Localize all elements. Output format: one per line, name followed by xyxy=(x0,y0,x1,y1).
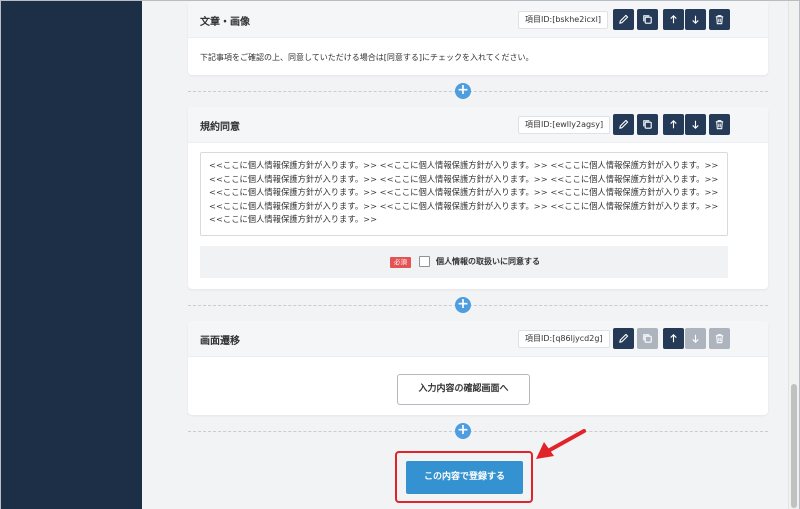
arrow-up-icon xyxy=(670,333,677,343)
delete-button[interactable] xyxy=(709,114,730,135)
confirm-page-button[interactable]: 入力内容の確認画面へ xyxy=(397,374,530,405)
plus-icon: + xyxy=(457,296,469,312)
arrow-up-icon xyxy=(670,119,677,129)
move-up-button[interactable] xyxy=(663,114,684,135)
scrollbar[interactable] xyxy=(788,1,799,509)
arrow-down-icon xyxy=(692,120,699,130)
pencil-icon xyxy=(619,333,629,343)
pencil-icon xyxy=(619,14,629,24)
add-divider xyxy=(188,305,768,306)
arrow-up-icon xyxy=(670,14,677,24)
move-up-button[interactable] xyxy=(663,328,684,349)
block-header: 規約同意 項目ID:[ewlly2agsy] xyxy=(188,107,768,143)
sidebar xyxy=(1,1,142,509)
item-id-label: 項目ID:[q86ljycd2g] xyxy=(518,330,610,348)
block-header: 文章・画像 項目ID:[bskhe2icxl] xyxy=(188,1,768,38)
item-id-label: 項目ID:[ewlly2agsy] xyxy=(518,116,611,134)
block-description: 下記事項をご確認の上、同意していただける場合は[同意する]にチェックを入れてくだ… xyxy=(200,53,534,62)
copy-button[interactable] xyxy=(637,328,658,349)
block-header: 画面遷移 項目ID:[q86ljycd2g] xyxy=(188,321,768,357)
copy-button[interactable] xyxy=(637,114,658,135)
add-block-button[interactable]: + xyxy=(455,423,471,439)
block-agreement: 規約同意 項目ID:[ewlly2agsy] <<ここに個人情報保護方針が入りま… xyxy=(188,107,768,289)
delete-button[interactable] xyxy=(709,9,730,30)
move-down-button[interactable] xyxy=(685,9,706,30)
plus-icon: + xyxy=(457,82,469,98)
arrow-down-icon xyxy=(692,334,699,344)
plus-icon: + xyxy=(457,422,469,438)
consent-area: 必須 個人情報の取扱いに同意する xyxy=(200,246,728,278)
edit-button[interactable] xyxy=(613,328,634,349)
trash-icon xyxy=(715,334,724,344)
pencil-icon xyxy=(619,119,629,129)
move-down-button[interactable] xyxy=(685,328,706,349)
delete-button[interactable] xyxy=(709,328,730,349)
copy-icon xyxy=(643,120,652,129)
block-title: 画面遷移 xyxy=(200,336,240,347)
copy-icon xyxy=(643,15,652,24)
callout-arrow-icon xyxy=(536,429,586,459)
move-up-button[interactable] xyxy=(663,9,684,30)
required-badge: 必須 xyxy=(390,257,411,268)
add-divider xyxy=(188,91,768,92)
copy-button[interactable] xyxy=(637,9,658,30)
privacy-policy-textbox[interactable]: <<ここに個人情報保護方針が入ります。>> <<ここに個人情報保護方針が入ります… xyxy=(200,152,728,236)
consent-label[interactable]: 個人情報の取扱いに同意する xyxy=(436,256,540,267)
move-down-button[interactable] xyxy=(685,114,706,135)
copy-icon xyxy=(643,334,652,343)
block-page-transition: 画面遷移 項目ID:[q86ljycd2g] 入力内容の確認画面へ xyxy=(188,321,768,415)
edit-button[interactable] xyxy=(613,114,634,135)
scrollbar-thumb[interactable] xyxy=(791,384,797,508)
register-button[interactable]: この内容で登録する xyxy=(406,461,523,494)
consent-checkbox[interactable] xyxy=(419,256,430,267)
item-id-label: 項目ID:[bskhe2icxl] xyxy=(518,11,608,29)
arrow-down-icon xyxy=(692,15,699,25)
block-text-image: 文章・画像 項目ID:[bskhe2icxl] 下記事項をご確認の上、同意してい… xyxy=(188,1,768,75)
edit-button[interactable] xyxy=(613,9,634,30)
add-block-button[interactable]: + xyxy=(455,297,471,313)
block-title: 文章・画像 xyxy=(200,17,250,28)
add-divider xyxy=(188,431,768,432)
trash-icon xyxy=(715,120,724,130)
main-content: 文章・画像 項目ID:[bskhe2icxl] 下記事項をご確認の上、同意してい… xyxy=(142,1,790,509)
add-block-button[interactable]: + xyxy=(455,83,471,99)
block-title: 規約同意 xyxy=(200,122,240,133)
trash-icon xyxy=(715,15,724,25)
